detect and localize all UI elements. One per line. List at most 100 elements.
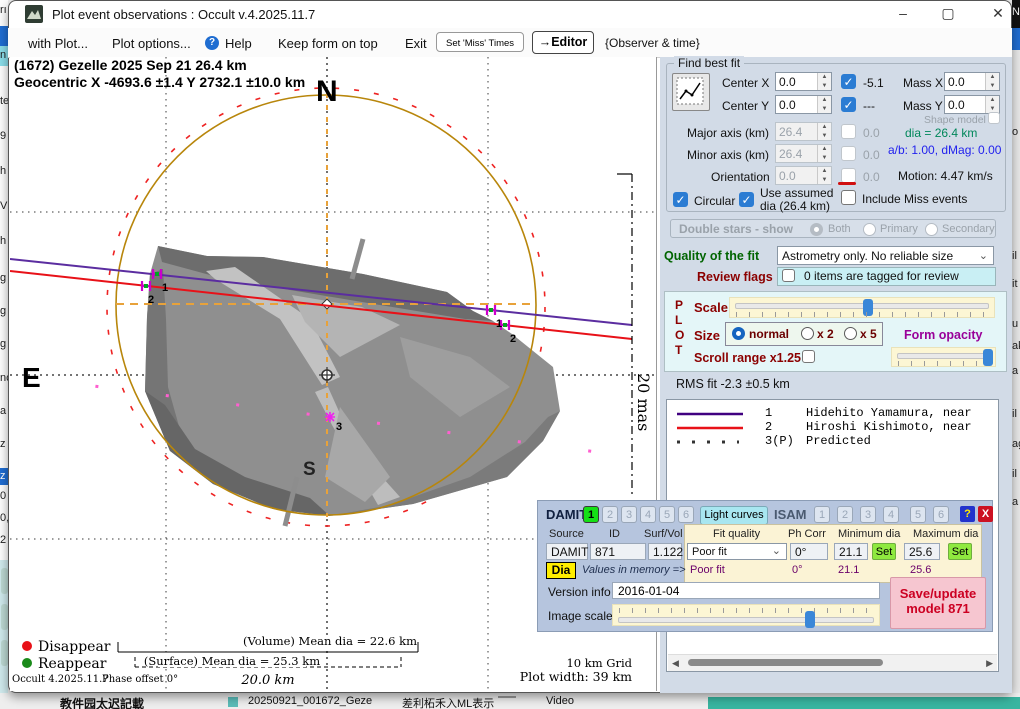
major-axis-spinner: 26.4 ▲▼ <box>775 122 832 141</box>
scroll-left-icon[interactable]: ◀ <box>672 658 679 669</box>
fit-orientation-checkbox[interactable] <box>841 168 856 183</box>
background-right-window: N o il it u ak a il ag il a <box>1012 0 1020 693</box>
fit-quality-dropdown[interactable]: Poor fit ⌄ <box>687 543 787 560</box>
plot-title-line1: (1672) Gezelle 2025 Sep 21 26.4 km <box>14 57 247 73</box>
rms-fit-text: RMS fit -2.3 ±0.5 km <box>676 377 790 391</box>
set-min-dia-button[interactable]: Set <box>872 543 896 560</box>
mass-y-spin-arrows[interactable]: ▲▼ <box>985 96 999 113</box>
minimize-icon[interactable]: – <box>888 5 918 21</box>
scrollbar-thumb[interactable] <box>688 659 883 666</box>
size-x2-radio[interactable] <box>801 327 814 340</box>
use-assumed-dia-checkbox[interactable]: ✓ <box>739 192 754 207</box>
spin-down-icon[interactable]: ▼ <box>986 82 999 91</box>
fit-minor-checkbox[interactable] <box>841 146 856 161</box>
form-opacity-track[interactable] <box>897 353 990 359</box>
image-scale-slider[interactable] <box>612 604 880 626</box>
form-opacity-slider[interactable] <box>891 347 996 367</box>
isam-6-button[interactable]: 6 <box>933 506 949 523</box>
isam-3-button[interactable]: 3 <box>860 506 876 523</box>
size-x5-radio[interactable] <box>844 327 857 340</box>
spin-down-icon[interactable]: ▼ <box>818 105 831 114</box>
bg-bottom-video[interactable]: Video <box>546 695 574 707</box>
observer-name[interactable]: Hidehito Yamamura, near <box>806 406 972 420</box>
menu-with-plot[interactable]: with Plot... <box>28 36 88 51</box>
version-info-field[interactable]: 2016-01-04 <box>612 582 880 599</box>
chord-2-left-label: 2 <box>148 294 154 306</box>
center-x-fit-value: -5.1 <box>863 76 884 90</box>
center-x-value[interactable]: 0.0 <box>776 73 817 90</box>
observer-num[interactable]: 2 <box>765 420 772 434</box>
fit-center-x-checkbox[interactable]: ✓ <box>841 74 856 89</box>
mass-x-spin-arrows[interactable]: ▲▼ <box>985 73 999 90</box>
center-y-spin-arrows[interactable]: ▲▼ <box>817 96 831 113</box>
help-icon[interactable]: ? <box>205 36 219 50</box>
scale-slider-track[interactable] <box>735 303 989 309</box>
damit-model-4-button[interactable]: 4 <box>640 506 656 523</box>
dia-button[interactable]: Dia <box>546 562 576 579</box>
shape-model-checkbox[interactable] <box>988 112 1000 124</box>
mass-y-value[interactable]: 0.0 <box>945 96 985 113</box>
disappear-dot <box>22 641 32 651</box>
image-scale-thumb[interactable] <box>805 611 815 628</box>
damit-model-3-button[interactable]: 3 <box>621 506 637 523</box>
size-normal-radio[interactable] <box>732 327 745 340</box>
menu-keep-on-top[interactable]: Keep form on top <box>278 36 378 51</box>
circular-checkbox[interactable]: ✓ <box>673 192 688 207</box>
menu-observer-time[interactable]: {Observer & time} <box>605 36 700 50</box>
spin-up-icon[interactable]: ▲ <box>818 96 831 105</box>
include-miss-checkbox[interactable] <box>841 190 856 205</box>
center-x-spin-arrows[interactable]: ▲▼ <box>817 73 831 90</box>
spin-up-icon[interactable]: ▲ <box>986 96 999 105</box>
menu-plot-options[interactable]: Plot options... <box>112 36 191 51</box>
scroll-range-checkbox[interactable] <box>802 350 815 363</box>
light-curves-button[interactable]: Light curves <box>700 506 768 525</box>
bg-bottom-cjk-mid[interactable]: 差利柘禾入ML表示 <box>402 695 494 709</box>
scale-slider[interactable] <box>729 297 995 318</box>
observer-name[interactable]: Hiroshi Kishimoto, near <box>806 420 972 434</box>
fit-center-y-checkbox[interactable]: ✓ <box>841 97 856 112</box>
damit-help-button[interactable]: ? <box>960 506 975 522</box>
assumed-dia-label-1: Use assumed <box>760 186 833 200</box>
close-icon[interactable]: ✕ <box>983 5 1013 22</box>
damit-close-button[interactable]: X <box>978 506 993 522</box>
damit-model-1-button[interactable]: 1 <box>583 506 599 523</box>
save-update-button[interactable]: Save/update model 871 <box>890 577 986 629</box>
bg-bottom-tab[interactable]: 20250921_001672_Geze <box>248 695 372 707</box>
isam-4-button[interactable]: 4 <box>883 506 899 523</box>
review-flags-checkbox[interactable] <box>782 269 795 282</box>
isam-1-button[interactable]: 1 <box>814 506 830 523</box>
double-primary-radio <box>863 223 876 236</box>
mass-x-spinner[interactable]: 0.0 ▲▼ <box>944 72 1000 91</box>
spin-up-icon[interactable]: ▲ <box>818 73 831 82</box>
menu-exit[interactable]: Exit <box>405 36 427 51</box>
damit-model-2-button[interactable]: 2 <box>602 506 618 523</box>
quality-dropdown[interactable]: Astrometry only. No reliable size ⌄ <box>777 246 994 265</box>
observer-num[interactable]: 3(P) <box>765 434 794 448</box>
fit-major-checkbox[interactable] <box>841 124 856 139</box>
best-fit-button[interactable] <box>672 73 710 111</box>
observer-list-scrollbar[interactable]: ◀ ▶ <box>668 654 997 671</box>
observer-num[interactable]: 1 <box>765 406 772 420</box>
east-label: E <box>22 362 41 393</box>
damit-model-5-button[interactable]: 5 <box>659 506 675 523</box>
maximize-icon[interactable]: ▢ <box>933 5 963 22</box>
center-x-spinner[interactable]: 0.0 ▲▼ <box>775 72 832 91</box>
mass-x-value[interactable]: 0.0 <box>945 73 985 90</box>
observer-name[interactable]: Predicted <box>806 434 871 448</box>
damit-model-6-button[interactable]: 6 <box>678 506 694 523</box>
scroll-right-icon[interactable]: ▶ <box>986 658 993 669</box>
set-miss-times-label: Set 'Miss' Times <box>446 38 514 49</box>
editor-button[interactable]: →Editor <box>532 31 594 54</box>
mass-y-label: Mass Y <box>903 99 943 113</box>
image-scale-track[interactable] <box>618 617 874 623</box>
spin-down-icon[interactable]: ▼ <box>818 82 831 91</box>
center-y-value[interactable]: 0.0 <box>776 96 817 113</box>
isam-2-button[interactable]: 2 <box>837 506 853 523</box>
set-miss-times-button[interactable]: Set 'Miss' Times <box>436 32 524 52</box>
spin-up-icon[interactable]: ▲ <box>986 73 999 82</box>
set-max-dia-button[interactable]: Set <box>948 543 972 560</box>
title-bar[interactable]: Plot event observations : Occult v.4.202… <box>8 0 1012 28</box>
isam-5-button[interactable]: 5 <box>910 506 926 523</box>
menu-help[interactable]: Help <box>225 36 252 51</box>
center-y-spinner[interactable]: 0.0 ▲▼ <box>775 95 832 114</box>
